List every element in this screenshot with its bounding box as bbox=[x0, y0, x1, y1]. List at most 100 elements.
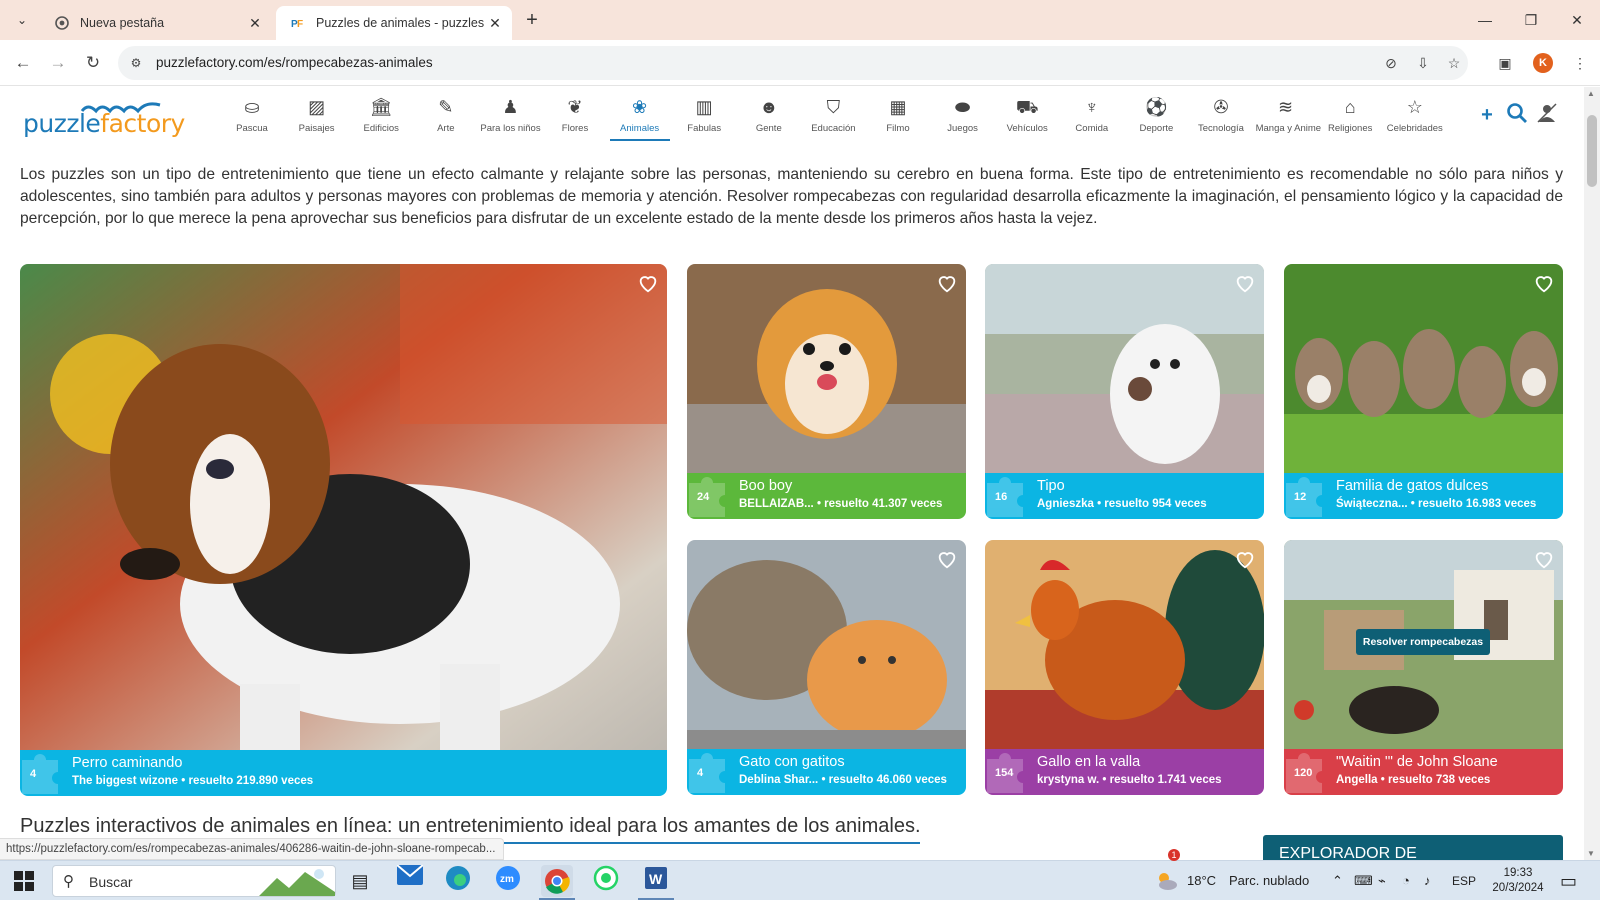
tab-search-chevron-icon[interactable]: ⌄ bbox=[10, 8, 34, 32]
people-icon: ☻ bbox=[759, 97, 779, 117]
close-window-button[interactable]: ✕ bbox=[1554, 0, 1600, 40]
nav-category-paisajes[interactable]: ▨ Paisajes bbox=[287, 95, 347, 134]
scrollbar-thumb[interactable] bbox=[1587, 115, 1597, 187]
wifi-icon[interactable]: ◔ bbox=[1402, 861, 1410, 900]
nav-category-para-los-niños[interactable]: ♟ Para los niños bbox=[480, 95, 540, 134]
windows-start-icon[interactable] bbox=[14, 871, 34, 891]
url-text[interactable]: puzzlefactory.com/es/rompecabezas-animal… bbox=[156, 55, 433, 70]
tab-close-icon[interactable]: ✕ bbox=[486, 15, 504, 32]
menu-kebab-icon[interactable]: ⋮ bbox=[1569, 52, 1591, 74]
mail-app-icon[interactable] bbox=[394, 864, 426, 897]
favorite-heart-icon[interactable] bbox=[936, 272, 958, 294]
nav-category-label: Gente bbox=[755, 123, 782, 134]
favorite-heart-icon[interactable] bbox=[637, 272, 659, 294]
favorite-heart-icon[interactable] bbox=[936, 548, 958, 570]
puzzle-name: Tipo bbox=[1037, 478, 1065, 494]
chrome-app-icon[interactable] bbox=[541, 865, 573, 897]
favorite-heart-icon[interactable] bbox=[1533, 272, 1555, 294]
zoom-app-icon[interactable]: zm bbox=[492, 865, 524, 897]
address-bar[interactable]: ⚙ puzzlefactory.com/es/rompecabezas-anim… bbox=[118, 46, 1468, 80]
nav-category-juegos[interactable]: ⬬ Juegos bbox=[933, 95, 993, 134]
tray-chevron-icon[interactable]: ⌃ bbox=[1332, 861, 1343, 900]
favorite-heart-icon[interactable] bbox=[1234, 548, 1256, 570]
site-header: puzzlefactory ⛀ Pascua ▨ Paisajes 🏛 Edificios… bbox=[0, 87, 1584, 143]
nav-category-label: Vehículos bbox=[1006, 123, 1048, 134]
solve-puzzle-button[interactable]: Resolver rompecabezas bbox=[1356, 629, 1490, 655]
puzzlefactory-logo[interactable]: puzzlefactory bbox=[22, 93, 202, 139]
logo-text-part2: factory bbox=[100, 109, 185, 138]
edge-browser-icon[interactable] bbox=[442, 865, 474, 897]
device-icon[interactable]: ⌁ bbox=[1378, 861, 1386, 900]
forward-arrow-icon[interactable]: → bbox=[45, 50, 71, 76]
nav-category-label: Celebridades bbox=[1386, 123, 1443, 134]
keyboard-icon[interactable]: ⌨ bbox=[1354, 861, 1373, 900]
nav-category-filmo[interactable]: ▦ Filmo bbox=[868, 95, 928, 134]
puzzle-card[interactable]: 154 Gallo en la valla krystyna w. • resu… bbox=[985, 540, 1264, 795]
install-app-icon[interactable]: ⇩ bbox=[1412, 52, 1434, 74]
child-icon: ♟ bbox=[502, 97, 519, 117]
explorer-panel-header[interactable]: EXPLORADOR DE bbox=[1263, 835, 1563, 862]
site-info-icon[interactable]: ⚙ bbox=[126, 53, 146, 73]
search-icon[interactable] bbox=[1504, 102, 1530, 128]
nav-category-tecnología[interactable]: ✇ Tecnología bbox=[1191, 95, 1251, 134]
intro-paragraph: Los puzzles son un tipo de entretenimien… bbox=[20, 166, 1563, 227]
taskbar-clock[interactable]: 19:33 20/3/2024 bbox=[1488, 866, 1548, 896]
puzzle-card[interactable]: 24 Boo boy BELLAIZAB... • resuelto 41.30… bbox=[687, 264, 966, 519]
puzzle-meta: Angella • resuelto 738 veces bbox=[1336, 774, 1491, 786]
side-panel-icon[interactable]: ▣ bbox=[1494, 52, 1516, 74]
nav-category-pascua[interactable]: ⛀ Pascua bbox=[222, 95, 282, 134]
nav-category-vehículos[interactable]: ⛟ Vehículos bbox=[997, 95, 1057, 134]
page-scrollbar[interactable]: ▲ ▼ bbox=[1584, 87, 1600, 860]
reload-icon[interactable]: ↻ bbox=[80, 50, 106, 76]
tab-puzzles[interactable]: PF Puzzles de animales - puzzles o ✕ bbox=[276, 6, 512, 40]
task-view-icon[interactable]: ▤ bbox=[344, 865, 376, 897]
language-indicator[interactable]: ESP bbox=[1452, 861, 1476, 900]
star-icon: ☆ bbox=[1406, 97, 1423, 117]
wrench-icon: ✇ bbox=[1213, 97, 1229, 117]
new-tab-button[interactable]: + bbox=[520, 8, 544, 32]
nav-category-educación[interactable]: ⛉ Educación bbox=[803, 95, 863, 134]
puzzle-card[interactable]: 4 Gato con gatitos Deblina Shar... • res… bbox=[687, 540, 966, 795]
bookmark-star-icon[interactable]: ☆ bbox=[1443, 52, 1465, 74]
nav-category-edificios[interactable]: 🏛 Edificios bbox=[351, 95, 411, 134]
nav-category-label: Edificios bbox=[363, 123, 399, 134]
nav-category-flores[interactable]: ❦ Flores bbox=[545, 95, 605, 134]
tab-new-tab[interactable]: Nueva pestaña ✕ bbox=[40, 6, 272, 40]
notification-icon[interactable]: ▭ bbox=[1560, 861, 1577, 900]
taskbar-search[interactable]: ⚲ Buscar bbox=[52, 865, 336, 897]
nav-category-religiones[interactable]: ⌂ Religiones bbox=[1320, 95, 1380, 134]
nav-category-arte[interactable]: ✎ Arte bbox=[416, 95, 476, 134]
favorite-heart-icon[interactable] bbox=[1533, 548, 1555, 570]
word-app-icon[interactable]: W bbox=[640, 865, 672, 897]
no-tracking-icon[interactable]: ⊘ bbox=[1380, 52, 1402, 74]
user-login-icon[interactable] bbox=[1534, 102, 1560, 128]
svg-text:F: F bbox=[297, 19, 303, 30]
nav-category-manga-y-anime[interactable]: ≋ Manga y Anime bbox=[1256, 95, 1321, 134]
puzzle-card[interactable]: 16 Tipo Agnieszka • resuelto 954 veces bbox=[985, 264, 1264, 519]
whatsapp-icon[interactable] bbox=[590, 865, 622, 897]
minimize-button[interactable]: — bbox=[1462, 0, 1508, 40]
chrome-icon bbox=[54, 15, 70, 31]
puzzle-card[interactable]: 12 Familia de gatos dulces Świąteczna...… bbox=[1284, 264, 1563, 519]
tab-close-icon[interactable]: ✕ bbox=[246, 15, 264, 32]
puzzle-thumbnail-cat-kitten bbox=[687, 540, 966, 749]
maximize-button[interactable]: ❐ bbox=[1508, 0, 1554, 40]
nav-category-fabulas[interactable]: ▥ Fabulas bbox=[674, 95, 734, 134]
speaker-icon[interactable]: ♪ bbox=[1424, 861, 1431, 900]
puzzle-card[interactable]: 4 Perro caminando The biggest wizone • r… bbox=[20, 264, 667, 796]
nav-category-animales[interactable]: ❀ Animales bbox=[610, 95, 670, 134]
tab-strip: ⌄ Nueva pestaña ✕ PF Puzzles de animales… bbox=[0, 0, 1600, 40]
scroll-down-icon[interactable]: ▼ bbox=[1587, 849, 1595, 858]
nav-category-celebridades[interactable]: ☆ Celebridades bbox=[1385, 95, 1445, 134]
profile-avatar[interactable]: K bbox=[1533, 53, 1553, 73]
paw-icon: ❀ bbox=[632, 97, 648, 117]
scroll-up-icon[interactable]: ▲ bbox=[1587, 89, 1595, 98]
favorite-heart-icon[interactable] bbox=[1234, 272, 1256, 294]
puzzle-card[interactable]: 120 "Waitin '" de John Sloane Angella • … bbox=[1284, 540, 1563, 795]
back-arrow-icon[interactable]: ← bbox=[10, 50, 36, 76]
nav-category-comida[interactable]: ♆ Comida bbox=[1062, 95, 1122, 134]
puzzle-thumbnail-dog bbox=[20, 264, 667, 750]
nav-category-deporte[interactable]: ⚽ Deporte bbox=[1126, 95, 1186, 134]
add-plus-icon[interactable]: + bbox=[1474, 102, 1500, 128]
nav-category-gente[interactable]: ☻ Gente bbox=[739, 95, 799, 134]
